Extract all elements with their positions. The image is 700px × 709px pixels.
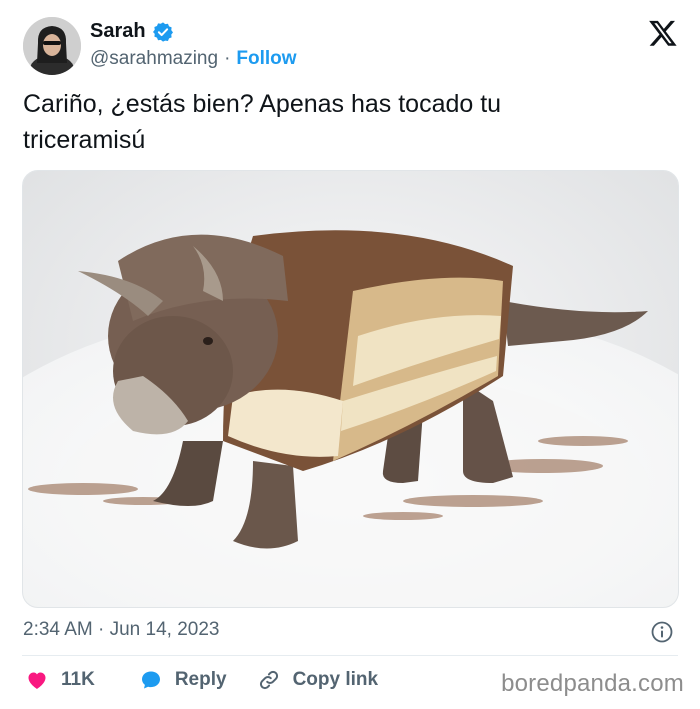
heart-icon	[28, 672, 46, 689]
link-icon	[259, 670, 278, 690]
handle-row: @sarahmazing · Follow	[90, 48, 297, 70]
action-bar: 11K Reply Copy link	[25, 668, 378, 692]
author-name-row: Sarah	[90, 20, 174, 43]
like-count: 11K	[61, 669, 95, 690]
tweet-media-image[interactable]	[22, 170, 679, 608]
author-name[interactable]: Sarah	[90, 20, 146, 43]
verified-badge-icon	[152, 21, 174, 43]
reply-label: Reply	[174, 669, 227, 690]
copy-link-label: Copy link	[292, 669, 379, 690]
x-logo-icon[interactable]	[648, 18, 678, 48]
avatar-image	[23, 17, 81, 75]
separator-dot: ·	[224, 48, 231, 69]
speech-bubble-icon	[141, 671, 160, 689]
avatar[interactable]	[23, 17, 81, 75]
triceratops-tiramisu-image	[23, 171, 678, 607]
divider	[22, 655, 678, 656]
reply-button[interactable]: Reply	[139, 668, 227, 692]
tweet-timestamp[interactable]: 2:34 AM · Jun 14, 2023	[23, 619, 219, 641]
copy-link-button[interactable]: Copy link	[257, 668, 379, 692]
author-handle[interactable]: @sarahmazing	[90, 48, 218, 70]
tweet-text: Cariño, ¿estás bien? Apenas has tocado t…	[23, 90, 502, 154]
like-button[interactable]: 11K	[25, 668, 95, 692]
info-icon[interactable]	[650, 620, 674, 644]
follow-button[interactable]: Follow	[236, 48, 296, 70]
watermark-text: boredpanda.com	[501, 670, 684, 697]
